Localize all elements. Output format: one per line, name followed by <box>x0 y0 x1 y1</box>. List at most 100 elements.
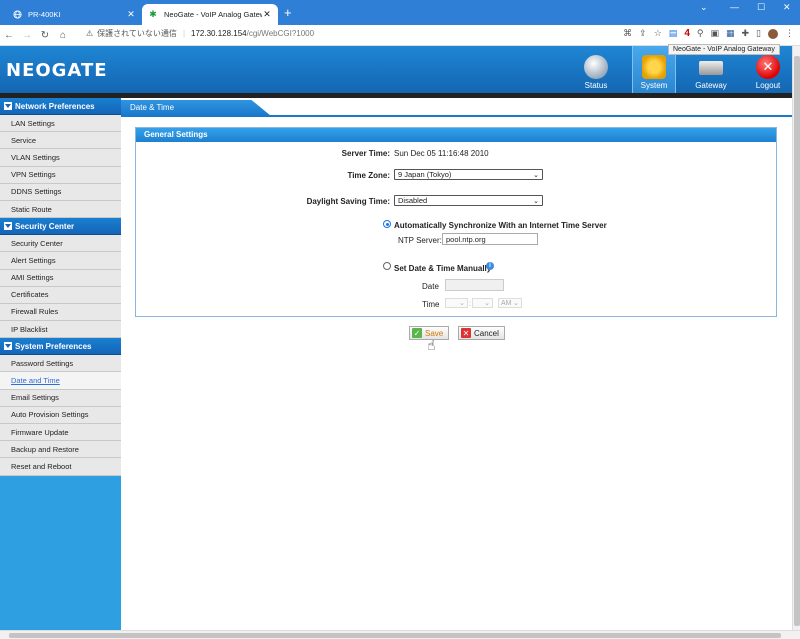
url-path: /cgi/WebCGI?1000 <box>246 29 315 38</box>
dst-select[interactable]: Disabled ⌄ <box>394 195 543 206</box>
sidebar-icon[interactable]: ▯ <box>756 28 761 39</box>
horizontal-scrollbar[interactable] <box>0 630 800 639</box>
sidebar-item-vpn-settings[interactable]: VPN Settings <box>0 166 121 184</box>
tooltip: NeoGate - VoIP Analog Gateway <box>668 44 780 55</box>
sidebar-item-password-settings[interactable]: Password Settings <box>0 355 121 373</box>
time-zone-label: Time Zone: <box>347 171 390 180</box>
minimize-icon[interactable]: — <box>730 2 739 12</box>
share-icon[interactable]: ⇪ <box>639 28 647 39</box>
checkmark-icon: ✓ <box>412 328 422 338</box>
collapse-icon <box>4 102 12 110</box>
hand-cursor-icon: ☝ <box>427 337 436 353</box>
sidebar-item-lan-settings[interactable]: LAN Settings <box>0 115 121 133</box>
section-title: Network Preferences <box>15 101 95 111</box>
home-icon[interactable]: ⌂ <box>54 30 72 41</box>
date-label: Date <box>422 282 439 291</box>
sidebar-item-ip-blacklist[interactable]: IP Blacklist <box>0 321 121 339</box>
logout-icon: ✕ <box>756 55 780 79</box>
sidebar-item-static-route[interactable]: Static Route <box>0 200 121 219</box>
date-input[interactable] <box>445 279 504 291</box>
sidebar-item-vlan-settings[interactable]: VLAN Settings <box>0 149 121 167</box>
forward-icon[interactable]: → <box>18 30 36 41</box>
browser-tab-bar: PR-400KI ✕ ✱ NeoGate - VoIP Analog Gatew… <box>0 0 800 25</box>
browser-tab-active[interactable]: ✱ NeoGate - VoIP Analog Gateway ✕ <box>142 4 278 25</box>
auto-sync-radio[interactable] <box>383 220 391 228</box>
translate-icon[interactable]: ⌘ <box>623 28 632 39</box>
chevron-down-icon: ⌄ <box>459 300 465 307</box>
section-title: Security Center <box>15 221 75 231</box>
back-icon[interactable]: ← <box>0 30 18 41</box>
sidebar-item-ddns-settings[interactable]: DDNS Settings <box>0 183 121 201</box>
help-icon[interactable]: i <box>486 262 494 270</box>
sidebar-item-alert-settings[interactable]: Alert Settings <box>0 252 121 270</box>
url-separator: | <box>182 29 186 38</box>
sidebar-section-network[interactable]: Network Preferences <box>0 98 121 115</box>
nav-logout-label: Logout <box>755 81 781 90</box>
sidebar-item-date-and-time[interactable]: Date and Time <box>0 372 121 390</box>
ampm-value: AM <box>501 299 512 307</box>
toolbar-icons: ⌘ ⇪ ☆ ▤ 4 ⚲ ▣ ▦ ✚ ▯ ⋮ <box>623 28 794 39</box>
sidebar-item-auto-provision[interactable]: Auto Provision Settings <box>0 406 121 424</box>
maximize-icon[interactable]: ☐ <box>757 2 765 13</box>
sidebar-item-certificates[interactable]: Certificates <box>0 286 121 304</box>
page-title: Date & Time <box>121 100 271 116</box>
chevron-down-icon: ⌄ <box>513 300 519 307</box>
avatar[interactable] <box>768 28 778 39</box>
extension-icon[interactable]: ▤ <box>669 28 678 39</box>
security-label: 保護されていない通信 <box>97 29 177 38</box>
menu-icon[interactable]: ⋮ <box>785 28 794 39</box>
sidebar-item-backup-restore[interactable]: Backup and Restore <box>0 441 121 459</box>
close-icon[interactable]: ✕ <box>126 9 136 20</box>
chevron-down-icon[interactable]: ⌄ <box>700 2 708 13</box>
scrollbar-thumb[interactable] <box>9 633 781 638</box>
extension-badge[interactable]: 4 <box>684 28 690 39</box>
dst-label: Daylight Saving Time: <box>306 197 390 206</box>
sidebar-section-system[interactable]: System Preferences <box>0 338 121 356</box>
manual-radio[interactable] <box>383 262 391 270</box>
close-icon: ✕ <box>461 328 471 338</box>
close-window-icon[interactable]: ✕ <box>783 2 791 13</box>
ampm-select[interactable]: AM ⌄ <box>498 298 522 308</box>
sidebar-item-email-settings[interactable]: Email Settings <box>0 389 121 407</box>
sidebar-item-reset-reboot[interactable]: Reset and Reboot <box>0 458 121 476</box>
reload-icon[interactable]: ↻ <box>36 30 54 41</box>
minute-select[interactable]: ⌄ <box>472 298 493 308</box>
pin-icon[interactable]: ⚲ <box>697 28 704 39</box>
general-settings-panel: General Settings Server Time: Sun Dec 05… <box>135 127 777 317</box>
nav-status[interactable]: Status <box>574 46 618 93</box>
sidebar-section-security[interactable]: Security Center <box>0 218 121 236</box>
time-separator: : <box>469 299 472 308</box>
browser-tab-inactive[interactable]: PR-400KI ✕ <box>6 4 142 25</box>
cancel-button[interactable]: ✕ Cancel <box>458 326 505 340</box>
status-icon <box>584 55 608 79</box>
sidebar-item-security-center[interactable]: Security Center <box>0 235 121 253</box>
title-underline <box>121 115 792 117</box>
sidebar-item-firewall-rules[interactable]: Firewall Rules <box>0 303 121 322</box>
bookmark-star-icon[interactable]: ☆ <box>654 28 662 39</box>
ntp-server-input[interactable]: pool.ntp.org <box>442 233 538 245</box>
ntp-server-label: NTP Server: <box>398 236 442 245</box>
chevron-down-icon: ⌄ <box>533 197 539 205</box>
extension-icon[interactable]: ▦ <box>726 28 735 39</box>
vertical-scrollbar[interactable] <box>792 46 800 630</box>
section-title: System Preferences <box>15 341 92 351</box>
sidebar-item-firmware-update[interactable]: Firmware Update <box>0 424 121 442</box>
close-icon[interactable]: ✕ <box>262 9 272 20</box>
warning-icon: ⚠ <box>86 29 94 38</box>
new-tab-icon[interactable]: + <box>284 5 292 20</box>
sidebar-item-ami-settings[interactable]: AMI Settings <box>0 269 121 287</box>
scrollbar-thumb[interactable] <box>794 56 800 626</box>
chevron-down-icon: ⌄ <box>484 300 490 307</box>
sidebar-item-service[interactable]: Service <box>0 132 121 150</box>
sidebar: Network Preferences LAN Settings Service… <box>0 98 121 630</box>
time-label: Time <box>422 300 440 309</box>
time-zone-select[interactable]: 9 Japan (Tokyo) ⌄ <box>394 169 543 180</box>
url-field[interactable]: ⚠ 保護されていない通信 | 172.30.128.154 /cgi/WebCG… <box>86 28 314 39</box>
extension-icon[interactable]: ▣ <box>710 28 719 39</box>
gateway-icon <box>699 61 723 75</box>
puzzle-icon[interactable]: ✚ <box>742 28 750 39</box>
nav-gateway-label: Gateway <box>695 81 727 90</box>
address-bar: ← → ↻ ⌂ ⚠ 保護されていない通信 | 172.30.128.154 /c… <box>0 25 800 46</box>
hour-select[interactable]: ⌄ <box>445 298 468 308</box>
collapse-icon <box>4 222 12 231</box>
